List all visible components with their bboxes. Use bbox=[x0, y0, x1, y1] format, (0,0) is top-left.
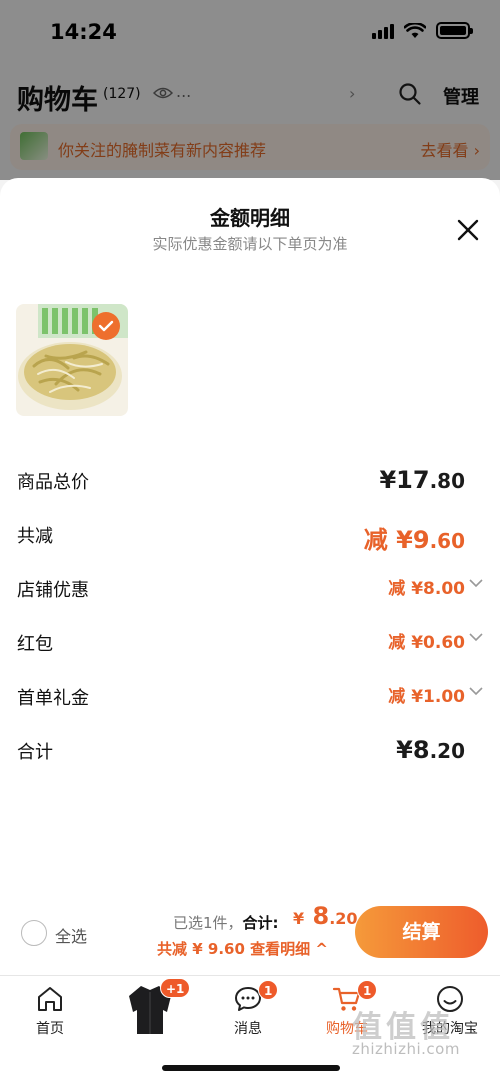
tab-recommended-item[interactable]: +1 bbox=[100, 976, 200, 1046]
grand-total-value: ¥8.20 bbox=[396, 736, 465, 764]
checkout-total: ¥ 8.20 bbox=[293, 902, 358, 930]
view-details-link[interactable]: 共减 ¥ 9.60 查看明细 ^ bbox=[157, 938, 328, 959]
row-grand-total: 合计 ¥8.20 bbox=[0, 736, 500, 766]
row-label: 合计 bbox=[17, 742, 53, 763]
cart-badge: 1 bbox=[357, 980, 378, 1000]
item-badge: +1 bbox=[160, 978, 191, 998]
sheet-title: 金额明细 bbox=[210, 206, 290, 230]
row-label: 店铺优惠 bbox=[17, 580, 89, 601]
row-label: 共减 bbox=[17, 526, 53, 547]
messages-badge: 1 bbox=[258, 980, 279, 1000]
row-label: 红包 bbox=[17, 634, 53, 655]
checkout-bar: 全选 已选1件，合计: ¥ 8.20 共减 ¥ 9.60 查看明细 ^ 结算 bbox=[0, 898, 500, 974]
row-store-discount[interactable]: 店铺优惠 减 ¥8.00 bbox=[0, 574, 500, 604]
first-order-gift-value: 减 ¥1.00 bbox=[388, 687, 465, 707]
sheet-subtitle: 实际优惠金额请以下单页为准 bbox=[152, 235, 348, 253]
row-label: 商品总价 bbox=[17, 472, 89, 493]
tab-messages-label: 消息 bbox=[234, 1021, 262, 1037]
goods-total-value: ¥17.80 bbox=[379, 466, 465, 494]
row-red-packet[interactable]: 红包 减 ¥0.60 bbox=[0, 628, 500, 658]
select-all-radio[interactable] bbox=[21, 920, 47, 946]
total-discount-value: 减 ¥9.60 bbox=[363, 526, 465, 554]
row-total-discount: 共减 减 ¥9.60 bbox=[0, 520, 500, 554]
tab-home-label: 首页 bbox=[36, 1021, 64, 1037]
chevron-down-icon[interactable] bbox=[468, 685, 484, 697]
tab-messages[interactable]: 1 消息 bbox=[198, 976, 298, 1046]
row-label: 首单礼金 bbox=[17, 688, 89, 709]
select-all-label[interactable]: 全选 bbox=[55, 923, 87, 947]
tab-home[interactable]: 首页 bbox=[0, 976, 100, 1046]
red-packet-value: 减 ¥0.60 bbox=[388, 633, 465, 653]
checkout-button[interactable]: 结算 bbox=[355, 906, 488, 958]
dim-overlay[interactable] bbox=[0, 0, 500, 180]
close-icon[interactable] bbox=[456, 218, 480, 242]
selected-check-icon[interactable] bbox=[92, 312, 120, 340]
home-icon bbox=[38, 987, 62, 1011]
home-indicator bbox=[162, 1065, 340, 1071]
watermark-text: zhizhizhi.com bbox=[352, 1040, 460, 1058]
selected-count: 已选1件，合计: bbox=[173, 914, 279, 932]
chevron-down-icon[interactable] bbox=[468, 631, 484, 643]
row-goods-total: 商品总价 ¥17.80 bbox=[0, 466, 500, 496]
store-discount-value: 减 ¥8.00 bbox=[388, 579, 465, 599]
amount-detail-sheet: 金额明细 实际优惠金额请以下单页为准 商品总价 ¥17.80 共减 减 ¥9.6… bbox=[0, 178, 500, 978]
chevron-down-icon[interactable] bbox=[468, 577, 484, 589]
row-first-order-gift[interactable]: 首单礼金 减 ¥1.00 bbox=[0, 682, 500, 712]
